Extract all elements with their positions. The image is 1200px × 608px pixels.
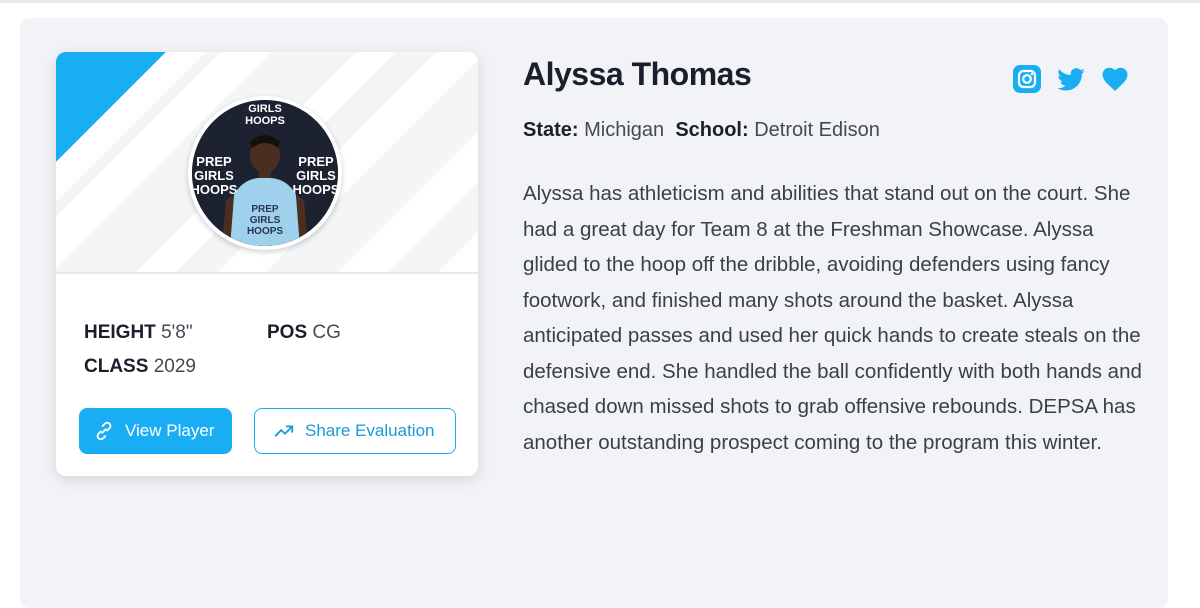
svg-text:PREP: PREP: [298, 154, 334, 169]
svg-text:GIRLS: GIRLS: [194, 168, 234, 183]
stat-class-value: 2029: [153, 356, 196, 377]
svg-text:PREP: PREP: [251, 204, 279, 215]
link-icon: [96, 421, 112, 441]
state-value: Michigan: [584, 119, 665, 141]
instagram-icon[interactable]: [1012, 64, 1042, 94]
twitter-icon[interactable]: [1056, 64, 1086, 94]
school-value: Detroit Edison: [754, 119, 880, 141]
stat-height: HEIGHT 5'8": [84, 322, 193, 344]
svg-text:PREP: PREP: [196, 154, 232, 169]
stat-height-label: HEIGHT: [84, 322, 156, 343]
player-evaluation-text: Alyssa has athleticism and abilities tha…: [523, 182, 1142, 454]
trending-up-icon: [274, 425, 294, 437]
stat-class-label: CLASS: [84, 356, 149, 377]
stat-position: POS CG: [267, 322, 341, 344]
svg-text:GIRLS: GIRLS: [296, 168, 336, 183]
player-name: Alyssa Thomas: [523, 56, 752, 92]
school-label: School:: [675, 119, 749, 141]
player-photo: GIRLS HOOPS PREP GIRLS HOOPS PREP GIRLS …: [192, 100, 338, 246]
stat-pos-value: CG: [312, 322, 341, 343]
top-divider: [0, 0, 1200, 3]
heart-icon[interactable]: [1100, 64, 1130, 94]
share-evaluation-label: Share Evaluation: [305, 421, 435, 440]
stat-class: CLASS 2029: [84, 356, 196, 378]
card-banner: GIRLS HOOPS PREP GIRLS HOOPS PREP GIRLS …: [56, 52, 478, 274]
svg-text:HOOPS: HOOPS: [293, 182, 338, 197]
svg-text:HOOPS: HOOPS: [247, 226, 283, 237]
svg-text:GIRLS: GIRLS: [250, 215, 281, 226]
stat-height-value: 5'8": [161, 322, 193, 343]
svg-text:GIRLS: GIRLS: [248, 103, 282, 115]
svg-text:HOOPS: HOOPS: [245, 115, 285, 127]
player-avatar: GIRLS HOOPS PREP GIRLS HOOPS PREP GIRLS …: [188, 96, 342, 250]
player-card: GIRLS HOOPS PREP GIRLS HOOPS PREP GIRLS …: [56, 52, 478, 476]
player-meta: State: Michigan School: Detroit Edison: [523, 119, 880, 142]
view-player-button[interactable]: View Player: [79, 408, 232, 454]
view-player-label: View Player: [125, 421, 215, 440]
share-evaluation-button[interactable]: Share Evaluation: [254, 408, 456, 454]
stat-pos-label: POS: [267, 322, 308, 343]
state-label: State:: [523, 119, 579, 141]
svg-text:HOOPS: HOOPS: [192, 182, 238, 197]
